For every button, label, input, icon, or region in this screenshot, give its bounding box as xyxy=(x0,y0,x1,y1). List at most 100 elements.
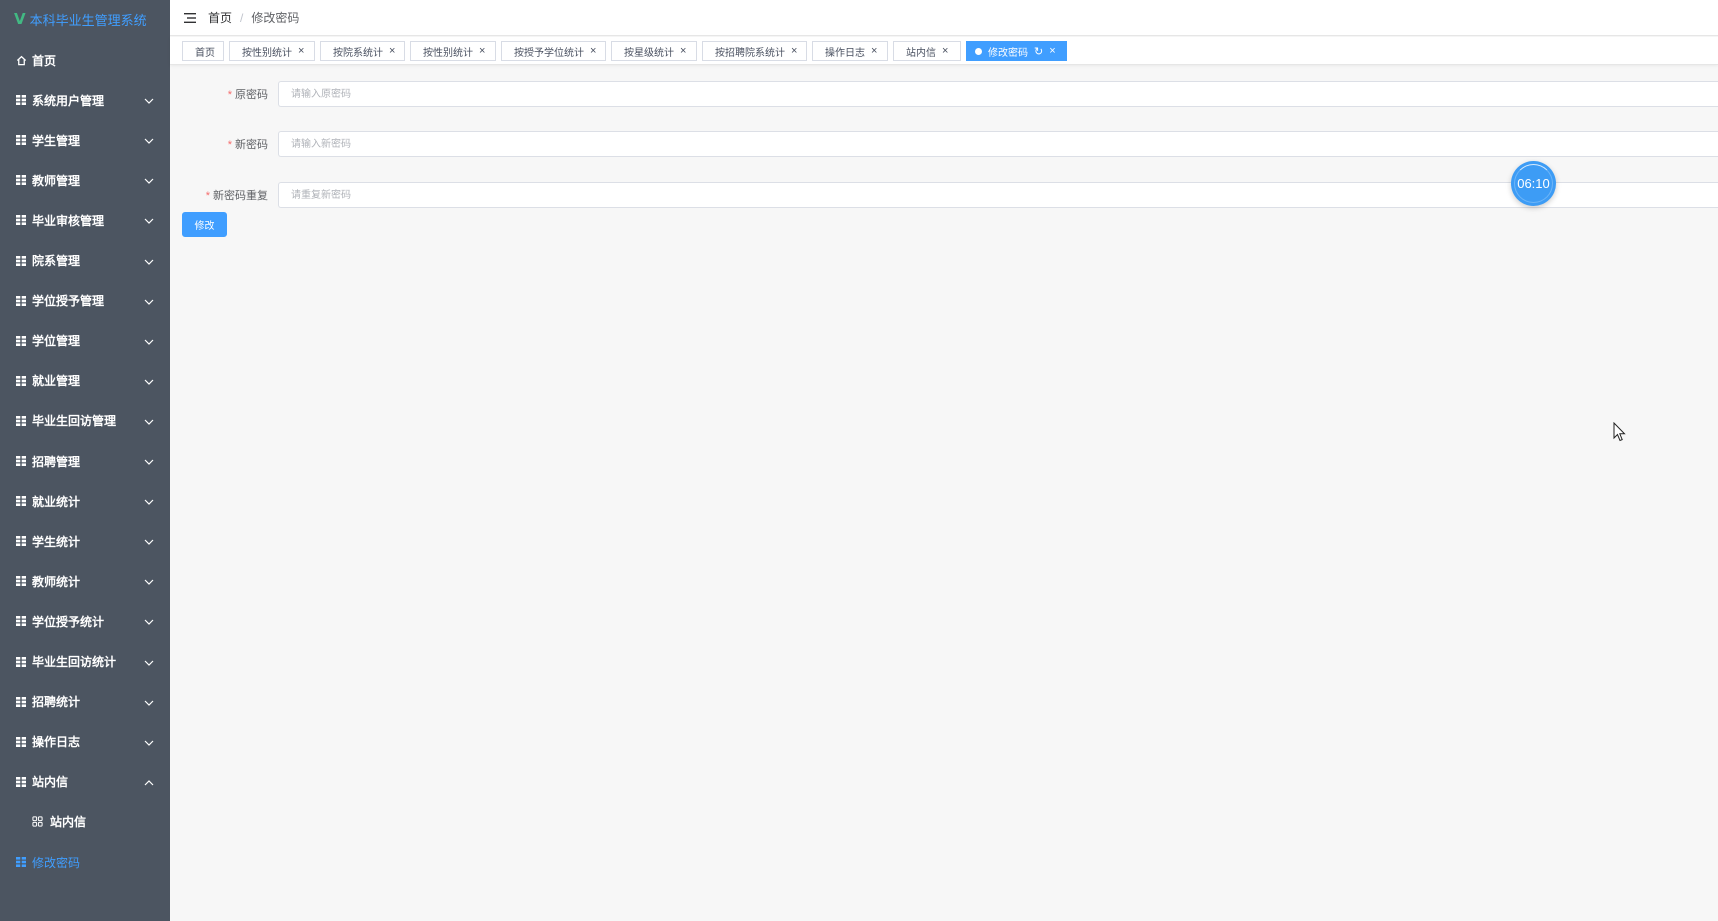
tag-2[interactable]: 按院系统计 × xyxy=(320,41,405,61)
apps-icon xyxy=(30,816,44,827)
sidebar-item-13[interactable]: 教师统计 xyxy=(0,561,170,601)
tag-1[interactable]: 按性别统计 × xyxy=(229,41,315,61)
breadcrumb: 首页 / 修改密码 xyxy=(208,9,299,26)
old-password-label: * 原密码 xyxy=(227,89,268,101)
sidebar-item-7[interactable]: 学位管理 xyxy=(0,321,170,361)
tag-6[interactable]: 按招聘院系统计 × xyxy=(702,41,807,61)
sidebar-item-8[interactable]: 就业管理 xyxy=(0,361,170,401)
tag-8[interactable]: 站内信 × xyxy=(893,41,961,61)
close-icon[interactable]: × xyxy=(680,45,686,57)
sidebar-item-4[interactable]: 毕业审核管理 xyxy=(0,200,170,240)
app-logo[interactable]: V 本科毕业生管理系统 xyxy=(0,0,170,38)
new-password-label: * 新密码 xyxy=(227,139,268,151)
sidebar-item-label: 毕业审核管理 xyxy=(32,213,105,228)
close-icon[interactable]: × xyxy=(389,45,395,57)
sidebar-item-5[interactable]: 院系管理 xyxy=(0,241,170,281)
grid-icon xyxy=(14,415,28,426)
grid-icon xyxy=(14,696,28,707)
close-icon[interactable]: × xyxy=(791,45,797,57)
sidebar-item-16[interactable]: 招聘统计 xyxy=(0,682,170,722)
form-item-repeat-password: * 新密码重复 xyxy=(170,182,1718,208)
hamburger-icon[interactable] xyxy=(184,12,196,23)
tag-label: 按招聘院系统计 xyxy=(715,47,785,59)
submit-button[interactable]: 修改 xyxy=(182,212,227,237)
sidebar-item-6[interactable]: 学位授予管理 xyxy=(0,281,170,321)
refresh-icon[interactable]: ↻ xyxy=(1034,45,1043,58)
form-item-old-password: * 原密码 xyxy=(170,81,1718,107)
tag-label: 按授予学位统计 xyxy=(514,47,584,59)
sidebar-item-label: 教师统计 xyxy=(32,574,81,589)
repeat-password-input[interactable] xyxy=(278,182,1718,208)
sidebar-item-19[interactable]: 站内信 xyxy=(0,802,170,842)
breadcrumb-home[interactable]: 首页 xyxy=(208,9,232,26)
chevron-down-icon xyxy=(144,534,154,548)
chevron-down-icon xyxy=(144,454,154,468)
close-icon[interactable]: × xyxy=(871,45,877,57)
tag-7[interactable]: 操作日志 × xyxy=(812,41,888,61)
sidebar-item-label: 站内信 xyxy=(50,815,87,830)
sidebar-item-15[interactable]: 毕业生回访统计 xyxy=(0,642,170,682)
sidebar-item-12[interactable]: 学生统计 xyxy=(0,521,170,561)
sidebar: V 本科毕业生管理系统 首页系统用户管理学生管理 教师管理毕业审核管理 院系管理学位… xyxy=(0,0,170,921)
sidebar-item-11[interactable]: 就业统计 xyxy=(0,481,170,521)
grid-icon xyxy=(14,295,28,306)
grid-icon xyxy=(14,736,28,747)
chevron-down-icon xyxy=(144,173,154,187)
sidebar-item-label: 院系管理 xyxy=(32,254,81,268)
old-password-input[interactable] xyxy=(278,81,1718,107)
tag-label: 按性别统计 xyxy=(423,47,473,59)
sidebar-item-2[interactable]: 学生管理 xyxy=(0,120,170,160)
sidebar-item-9[interactable]: 毕业生回访管理 xyxy=(0,401,170,441)
close-icon[interactable]: × xyxy=(479,45,485,57)
sidebar-item-14[interactable]: 学位授予统计 xyxy=(0,601,170,641)
chevron-down-icon xyxy=(144,133,154,147)
active-dot-icon xyxy=(975,47,982,55)
sidebar-item-label: 系统用户管理 xyxy=(32,93,105,108)
close-icon[interactable]: × xyxy=(590,45,596,57)
chevron-down-icon xyxy=(144,93,154,107)
close-icon[interactable]: × xyxy=(298,45,304,57)
sidebar-item-18[interactable]: 站内信 xyxy=(0,762,170,802)
grid-icon xyxy=(14,616,28,627)
chevron-down-icon xyxy=(144,695,154,709)
grid-icon xyxy=(14,95,28,106)
chevron-down-icon xyxy=(144,655,154,669)
timer-badge[interactable]: 06:10 xyxy=(1511,161,1556,206)
chevron-down-icon xyxy=(144,213,154,227)
chevron-down-icon xyxy=(144,334,154,348)
tag-3[interactable]: 按性别统计 × xyxy=(410,41,496,61)
home-icon xyxy=(14,55,28,66)
sidebar-item-label: 修改密码 xyxy=(32,855,81,870)
timer-text: 06:10 xyxy=(1517,176,1550,191)
new-password-input[interactable] xyxy=(278,131,1718,157)
chevron-down-icon xyxy=(144,614,154,628)
grid-icon xyxy=(14,456,28,466)
tag-label: 按星级统计 xyxy=(624,47,674,59)
sidebar-item-label: 学生统计 xyxy=(32,534,81,549)
tag-0[interactable]: 首页 xyxy=(182,41,224,61)
tags-view: 首页 按性别统计 × 按院系统计 × 按性别统计 × 按授予学位统计 × 按星级统计 × 按招聘院系统… xyxy=(170,37,1718,65)
chevron-down-icon xyxy=(144,735,154,749)
tag-4[interactable]: 按授予学位统计 × xyxy=(501,41,606,61)
sidebar-item-20[interactable]: 修改密码 xyxy=(0,842,170,882)
tag-label: 按院系统计 xyxy=(333,47,383,59)
vue-logo-icon: V xyxy=(14,10,26,28)
chevron-down-icon xyxy=(144,294,154,308)
grid-icon xyxy=(14,776,28,787)
sidebar-item-label: 学位管理 xyxy=(32,334,81,349)
close-icon[interactable]: × xyxy=(942,45,948,57)
tag-9[interactable]: 修改密码 ↻ × xyxy=(966,41,1067,61)
sidebar-item-0[interactable]: 首页 xyxy=(0,40,170,80)
sidebar-item-17[interactable]: 操作日志 xyxy=(0,722,170,762)
chevron-down-icon xyxy=(144,414,154,428)
sidebar-item-label: 毕业生回访管理 xyxy=(32,414,117,429)
close-icon[interactable]: × xyxy=(1049,45,1055,57)
sidebar-item-10[interactable]: 招聘管理 xyxy=(0,441,170,481)
app-title: 本科毕业生管理系统 xyxy=(29,12,147,28)
sidebar-item-1[interactable]: 系统用户管理 xyxy=(0,80,170,120)
tag-label: 操作日志 xyxy=(825,47,865,59)
tag-label: 修改密码 xyxy=(988,47,1028,59)
sidebar-item-3[interactable]: 教师管理 xyxy=(0,160,170,200)
grid-icon xyxy=(14,656,28,667)
tag-5[interactable]: 按星级统计 × xyxy=(611,41,697,61)
